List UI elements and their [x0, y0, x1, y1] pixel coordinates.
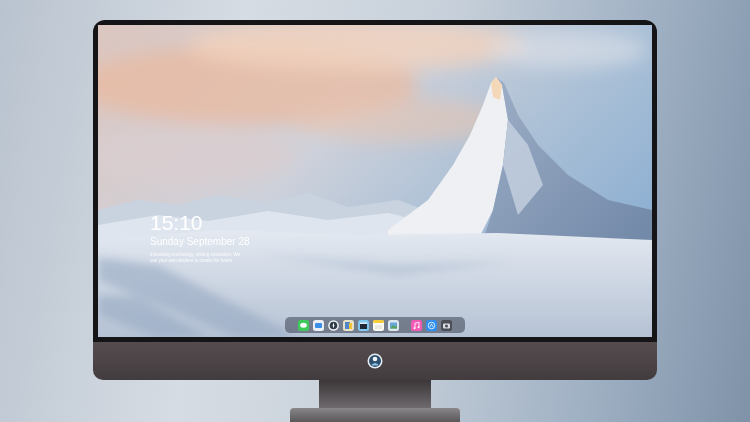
compass-icon[interactable]: [328, 320, 339, 331]
lock-screen-info: 15:10 Sunday September 28 Innovating tec…: [150, 211, 250, 264]
mockup-stage: 15:10 Sunday September 28 Innovating tec…: [0, 0, 750, 422]
clapperboard-icon[interactable]: [358, 320, 369, 331]
brand-logo-icon: [367, 353, 383, 369]
lock-message: Innovating technology, driving innovatio…: [150, 252, 250, 264]
dock: [285, 317, 465, 333]
folder-icon[interactable]: [313, 320, 324, 331]
music-icon[interactable]: [411, 320, 422, 331]
document-viewer-icon[interactable]: [343, 320, 354, 331]
monitor: 15:10 Sunday September 28 Innovating tec…: [93, 20, 657, 380]
monitor-chin: [93, 342, 657, 380]
lock-message-line: use your own wisdom to create the future: [150, 258, 250, 264]
clock: 15:10: [150, 211, 250, 235]
app-store-icon[interactable]: [426, 320, 437, 331]
monitor-stand-neck: [319, 380, 431, 408]
notes-icon[interactable]: [373, 320, 384, 331]
photos-icon[interactable]: [388, 320, 399, 331]
monitor-bezel: 15:10 Sunday September 28 Innovating tec…: [93, 20, 657, 342]
date: Sunday September 28: [150, 235, 250, 248]
mountain-wallpaper: [98, 25, 652, 337]
messages-icon[interactable]: [298, 320, 309, 331]
monitor-stand-base: [290, 408, 460, 422]
screen: 15:10 Sunday September 28 Innovating tec…: [98, 25, 652, 337]
dock-spacer: [403, 320, 407, 331]
camera-icon[interactable]: [441, 320, 452, 331]
lock-message-line: Innovating technology, driving innovatio…: [150, 252, 250, 258]
